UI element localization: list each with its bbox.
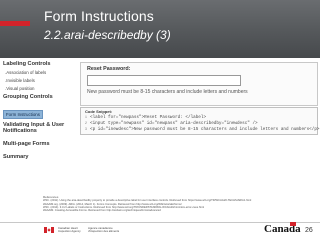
code-line: 3 <p id="inewdesc">New password must be 8… bbox=[81, 127, 320, 133]
code-snippet-panel: Code Snippet: 1 <label for="newpass">Rese… bbox=[80, 107, 320, 135]
government-name-en: Canadian Heart Inspection Agency bbox=[58, 226, 81, 234]
demo-form-panel: Reset Password: New password must be 8-1… bbox=[80, 62, 318, 106]
sidebar-item-invisible[interactable]: .Invisible labels bbox=[5, 78, 73, 83]
wordmark-flag-icon bbox=[290, 222, 296, 226]
code-line-number: 2 bbox=[84, 122, 87, 126]
sidebar: Labeling Controls .Association of labels… bbox=[3, 61, 73, 163]
government-name-fr: Agence canadienne d'inspection des alime… bbox=[88, 226, 120, 234]
government-name-fr-line: d'inspection des aliments bbox=[88, 229, 120, 234]
page-number: 26 bbox=[305, 227, 313, 234]
sidebar-item-association[interactable]: .Association of labels bbox=[5, 70, 73, 75]
reset-password-input[interactable] bbox=[87, 75, 241, 86]
header-accent-bar bbox=[0, 21, 30, 26]
canada-flag-icon bbox=[44, 227, 54, 233]
sidebar-section-multipage[interactable]: Multi-page Forms bbox=[3, 141, 73, 147]
code-line-text: <label for="newpass">Reset Password: </l… bbox=[90, 115, 207, 120]
sidebar-item-form-instructions[interactable]: Form Instructions bbox=[3, 110, 43, 119]
reference-line: WebAIM. Creating Accessible Forms. Retri… bbox=[43, 209, 161, 213]
header-band: Form Instructions 2.2.arai-describedby (… bbox=[0, 0, 320, 58]
password-hint-text: New password must be 8-15 characters and… bbox=[87, 89, 248, 95]
code-line-text: <input type="newpass" id="newpass" aria-… bbox=[90, 121, 258, 126]
sidebar-section-labeling[interactable]: Labeling Controls bbox=[3, 61, 73, 67]
code-line-text: <p id="inewdesc">New password must be 8-… bbox=[90, 127, 320, 132]
references-block: References W3C. (2011). Using the aria-d… bbox=[43, 195, 273, 213]
sidebar-section-validating[interactable]: Validating Input & User Notifications bbox=[3, 122, 73, 134]
government-name-en-line: Inspection Agency bbox=[58, 229, 81, 234]
code-line-number: 1 bbox=[84, 116, 87, 120]
sidebar-item-visual-position[interactable]: .Visual position bbox=[5, 86, 73, 91]
page-title: Form Instructions bbox=[44, 8, 154, 24]
sidebar-section-grouping[interactable]: Grouping Controls bbox=[3, 94, 73, 100]
reset-password-label: Reset Password: bbox=[87, 66, 131, 72]
page-subtitle: 2.2.arai-describedby (3) bbox=[44, 28, 171, 42]
code-snippet-title: Code Snippet: bbox=[85, 109, 113, 114]
sidebar-section-summary[interactable]: Summary bbox=[3, 154, 73, 160]
code-line-number: 3 bbox=[84, 128, 87, 132]
